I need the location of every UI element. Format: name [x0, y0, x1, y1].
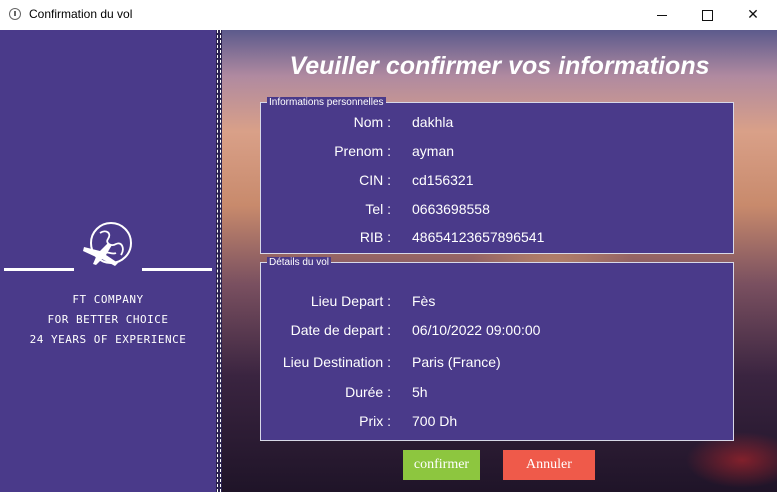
- field-row-date: Date de depart : 06/10/2022 09:00:00: [261, 322, 735, 342]
- left-divider-line: [4, 268, 74, 271]
- company-experience: 24 YEARS OF EXPERIENCE: [29, 333, 187, 346]
- field-value: 5h: [412, 384, 428, 400]
- page-title: Veuiller confirmer vos informations: [289, 52, 710, 80]
- field-label: Date de depart :: [290, 322, 391, 338]
- field-row-prenom: Prenom : ayman: [261, 143, 735, 163]
- cancel-button[interactable]: Annuler: [503, 450, 595, 480]
- field-row-depart: Lieu Depart : Fès: [261, 293, 735, 313]
- field-label: CIN :: [359, 172, 391, 188]
- field-row-tel: Tel : 0663698558: [261, 201, 735, 221]
- close-icon: ✕: [747, 7, 759, 23]
- right-divider-line: [142, 268, 212, 271]
- field-value: Paris (France): [412, 354, 501, 370]
- field-row-nom: Nom : dakhla: [261, 114, 735, 134]
- field-label: Lieu Destination :: [282, 354, 391, 370]
- field-label: Tel :: [365, 201, 391, 217]
- field-label: Prenom :: [334, 143, 391, 159]
- field-value: 06/10/2022 09:00:00: [412, 322, 541, 338]
- window-title: Confirmation du vol: [29, 7, 133, 21]
- field-value: 48654123657896541: [412, 229, 545, 245]
- field-row-rib: RIB : 48654123657896541: [261, 229, 735, 249]
- company-slogan: FOR BETTER CHOICE: [47, 313, 169, 326]
- flight-details-group: Détails du vol Lieu Depart : Fès Date de…: [260, 257, 735, 441]
- personal-info-group: Informations personnelles Nom : dakhla P…: [260, 97, 735, 254]
- maximize-icon: [701, 9, 713, 21]
- field-value: 0663698558: [412, 201, 490, 217]
- field-value: Fès: [412, 293, 436, 309]
- field-label: RIB :: [359, 229, 391, 245]
- minimize-button[interactable]: [639, 0, 685, 30]
- minimize-icon: [657, 14, 667, 16]
- maximize-button[interactable]: [684, 0, 730, 30]
- field-label: Prix :: [359, 413, 391, 429]
- field-label: Lieu Depart :: [310, 293, 391, 309]
- company-name: FT COMPANY: [72, 293, 144, 306]
- close-button[interactable]: ✕: [730, 0, 776, 30]
- field-label: Nom :: [353, 114, 391, 130]
- sidebar: FT COMPANY FOR BETTER CHOICE 24 YEARS OF…: [0, 30, 216, 492]
- field-value: ayman: [412, 143, 455, 159]
- field-value: dakhla: [412, 114, 454, 130]
- flight-details-legend: Détails du vol: [267, 257, 332, 269]
- globe-airplane-icon: [83, 222, 132, 266]
- field-row-destination: Lieu Destination : Paris (France): [261, 354, 735, 374]
- info-icon: [9, 8, 21, 20]
- field-value: 700 Dh: [412, 413, 458, 429]
- confirm-button[interactable]: confirmer: [403, 450, 480, 480]
- field-label: Durée :: [345, 384, 391, 400]
- field-value: cd156321: [412, 172, 474, 188]
- field-row-duree: Durée : 5h: [261, 384, 735, 404]
- field-row-cin: CIN : cd156321: [261, 172, 735, 192]
- title-bar: Confirmation du vol ✕: [0, 0, 777, 30]
- main-panel: Veuiller confirmer vos informations Info…: [222, 30, 777, 492]
- personal-info-legend: Informations personnelles: [267, 97, 386, 109]
- field-row-prix: Prix : 700 Dh: [261, 413, 735, 433]
